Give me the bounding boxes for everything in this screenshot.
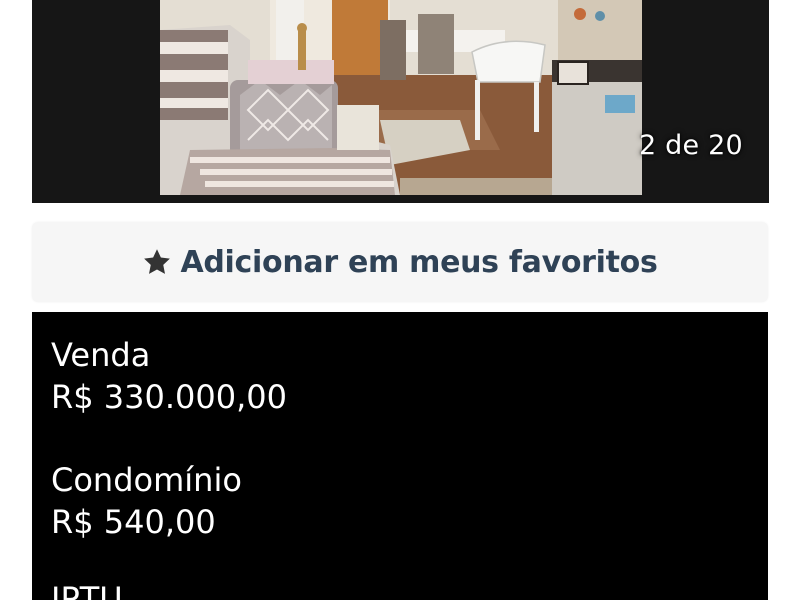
- price-sale-label: Venda: [51, 336, 151, 374]
- photo-counter: 2 de 20: [639, 130, 743, 161]
- price-condominium-label: Condomínio: [51, 461, 242, 499]
- star-icon: [142, 247, 172, 277]
- price-details-panel: Venda R$ 330.000,00 Condomínio R$ 540,00…: [32, 312, 768, 600]
- property-photo[interactable]: [160, 0, 642, 195]
- price-sale-value: R$ 330.000,00: [51, 378, 287, 416]
- photo-gallery[interactable]: 2 de 20: [32, 0, 769, 203]
- price-iptu: IPTU: [51, 578, 123, 600]
- living-room-illustration: [160, 0, 642, 195]
- price-iptu-label: IPTU: [51, 580, 123, 600]
- add-to-favorites-button[interactable]: Adicionar em meus favoritos: [32, 222, 768, 302]
- price-condominium-value: R$ 540,00: [51, 503, 216, 541]
- price-sale: Venda R$ 330.000,00: [51, 334, 287, 418]
- property-page: 2 de 20 Adicionar em meus favoritos Vend…: [0, 0, 800, 600]
- add-to-favorites-label: Adicionar em meus favoritos: [180, 244, 658, 280]
- price-condominium: Condomínio R$ 540,00: [51, 459, 242, 543]
